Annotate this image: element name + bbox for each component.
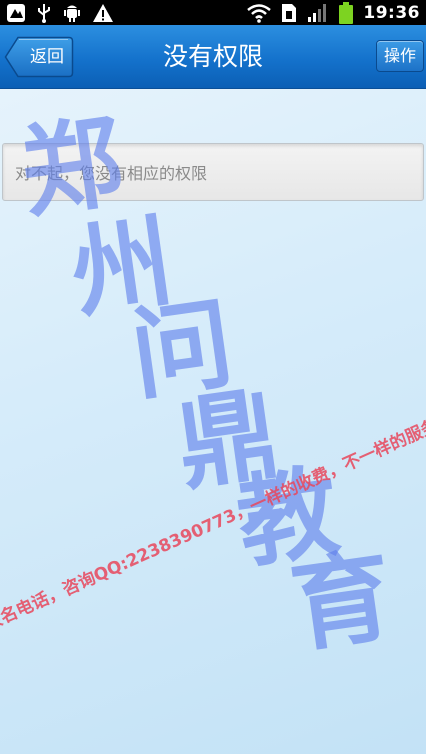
- message-box: 对不起，您没有相应的权限: [2, 143, 424, 201]
- wifi-icon: [247, 3, 272, 23]
- watermark-char: 问: [124, 284, 240, 415]
- status-bar-right-icons: 19:36: [247, 1, 420, 24]
- watermark-text: 报名电话，咨询QQ:2238390773，一样的收费，不一样的服务！: [0, 408, 426, 635]
- sim-icon: [281, 3, 297, 23]
- status-bar-time: 19:36: [363, 2, 420, 23]
- app-notification-icon: [6, 3, 26, 23]
- watermark-char: 育: [284, 536, 400, 667]
- signal-icon: [307, 3, 329, 23]
- action-button[interactable]: 操作: [376, 40, 424, 72]
- page-title: 没有权限: [162, 42, 263, 71]
- android-debug-icon: [62, 3, 82, 23]
- status-bar-left-icons: [6, 2, 114, 23]
- message-text: 对不起，您没有相应的权限: [15, 164, 208, 183]
- battery-icon: [339, 1, 354, 24]
- watermark-char: 州: [64, 202, 180, 333]
- warning-icon: [92, 3, 114, 23]
- watermark-char: 教: [230, 452, 346, 583]
- status-bar: 19:36: [0, 0, 426, 25]
- watermark-char: 鼎: [170, 374, 286, 505]
- usb-icon: [36, 3, 52, 23]
- title-bar: 返回 没有权限 操作: [0, 25, 426, 89]
